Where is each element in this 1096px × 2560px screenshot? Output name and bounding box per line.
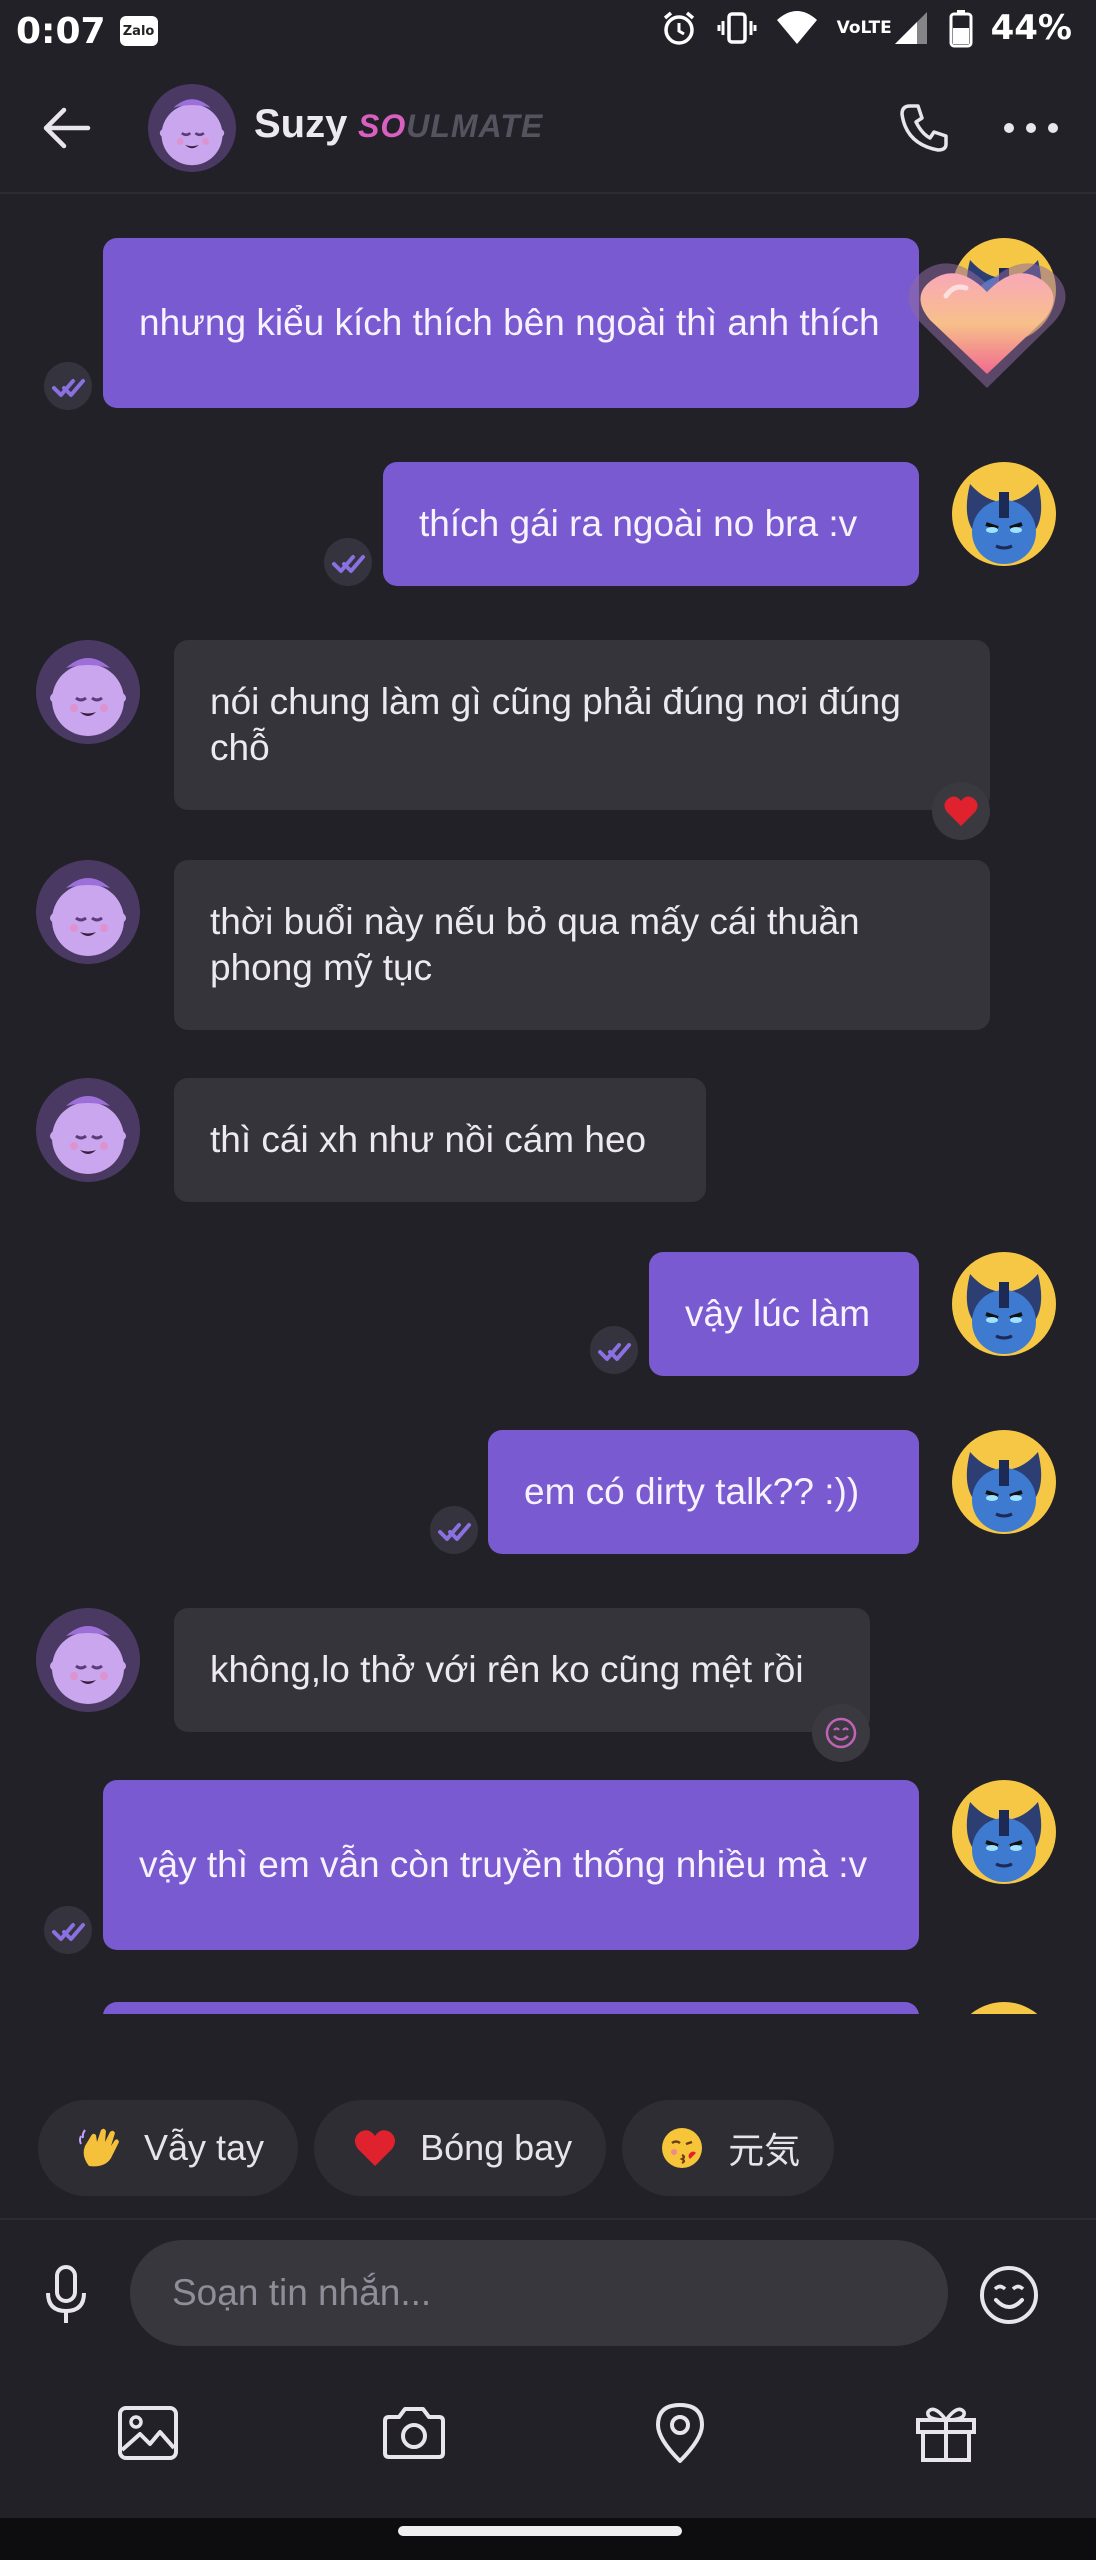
arrow-left-icon [43,107,91,149]
quick-reaction-label: Bóng bay [420,2127,573,2168]
location-icon [656,2403,704,2463]
contact-avatar[interactable] [36,640,140,744]
microphone-icon [46,2265,86,2323]
quick-reaction-wave[interactable]: Vẫy tay [38,2100,299,2196]
wifi-icon [776,11,817,44]
volte-icon: VoLTE [836,18,892,38]
status-time: 0:07 [16,10,106,52]
gift-icon [916,2407,976,2462]
phone-icon [900,104,948,152]
read-receipt-icon [590,1326,638,1374]
battery-icon [949,10,973,48]
soulmate-badge: SOULMATE [358,108,544,144]
back-button[interactable] [36,100,96,156]
contact-avatar[interactable] [36,1608,140,1712]
status-bar: 0:07 Zalo VoLTE 44% [0,0,1096,62]
alarm-icon [663,11,694,45]
my-avatar[interactable] [952,462,1056,566]
message-list[interactable]: nhưng kiểu kích thích bên ngoài thì anh … [0,196,1096,2014]
emoji-button[interactable] [976,2262,1042,2328]
read-receipt-icon [430,1506,478,1554]
call-button[interactable] [892,96,956,160]
zalo-notification-icon: Zalo [119,16,158,46]
image-icon [118,2406,178,2460]
chat-header: Suzy SOULMATE [0,62,1096,194]
contact-avatar[interactable] [36,860,140,964]
voice-message-button[interactable] [36,2262,96,2328]
heart-sticker-icon [908,263,1066,388]
attachment-toolbar [0,2380,1096,2480]
quick-reaction-balloon[interactable]: Bóng bay [314,2100,607,2196]
emoji-icon [980,2266,1038,2324]
message-bubble-outgoing[interactable]: vậy thì em vẫn còn truyền thống nhiều mà… [103,1780,919,1950]
quick-reactions: Vẫy tay Bóng bay 元気 [38,2100,835,2196]
quick-reaction-genki[interactable]: 元気 [622,2100,835,2196]
read-receipt-icon [44,1906,92,1954]
my-avatar[interactable] [952,2002,1056,2014]
message-bubble-incoming[interactable]: nói chung làm gì cũng phải đúng nơi đúng… [174,640,990,810]
quick-reaction-label: Vẫy tay [144,2127,265,2168]
read-receipt-icon [44,362,92,410]
message-bubble-outgoing[interactable]: nhưng kiểu kích thích bên ngoài thì anh … [103,238,919,408]
my-avatar[interactable] [952,1252,1056,1356]
message-bubble-incoming[interactable]: không,lo thở với rên ko cũng mệt rồi [174,1608,870,1732]
message-bubble-outgoing[interactable]: thích gái ra ngoài no bra :v [383,462,919,586]
more-horizontal-icon [1004,123,1058,133]
battery-level: 44% [990,8,1072,48]
read-receipt-icon [324,538,372,586]
message-bubble-incoming[interactable]: thời buổi này nếu bỏ qua mấy cái thuần p… [174,860,990,1030]
contact-name[interactable]: Suzy [254,102,347,147]
waving-hand-icon [76,2125,122,2171]
red-heart-icon [352,2125,398,2171]
camera-button[interactable] [378,2398,450,2468]
composer-divider [0,2218,1096,2220]
gallery-button[interactable] [112,2398,184,2468]
message-input[interactable]: Soạn tin nhắn... [130,2240,948,2346]
my-avatar[interactable] [952,1430,1056,1534]
location-button[interactable] [644,2398,716,2468]
gift-button[interactable] [910,2398,982,2468]
home-indicator[interactable] [398,2526,682,2536]
message-bubble-outgoing[interactable]: em có dirty talk?? :)) [488,1430,919,1554]
status-icons: VoLTE 44% [659,8,1072,48]
message-bubble-incoming[interactable]: thì cái xh như nồi cám heo [174,1078,706,1202]
vibrate-icon [717,12,757,44]
contact-avatar[interactable] [148,84,236,172]
camera-icon [383,2407,445,2459]
signal-icon [894,12,927,44]
kissing-face-icon [660,2125,706,2171]
contact-avatar[interactable] [36,1078,140,1182]
message-bubble-outgoing-partial[interactable] [103,2002,919,2014]
my-avatar[interactable] [952,1780,1056,1884]
quick-reaction-label: 元気 [728,2130,801,2171]
system-nav-bar [0,2518,1096,2560]
more-options-button[interactable] [996,96,1066,160]
smile-reaction-icon[interactable] [812,1704,870,1762]
heart-reaction-icon[interactable] [932,782,990,840]
message-bubble-outgoing[interactable]: vậy lúc làm [649,1252,919,1376]
